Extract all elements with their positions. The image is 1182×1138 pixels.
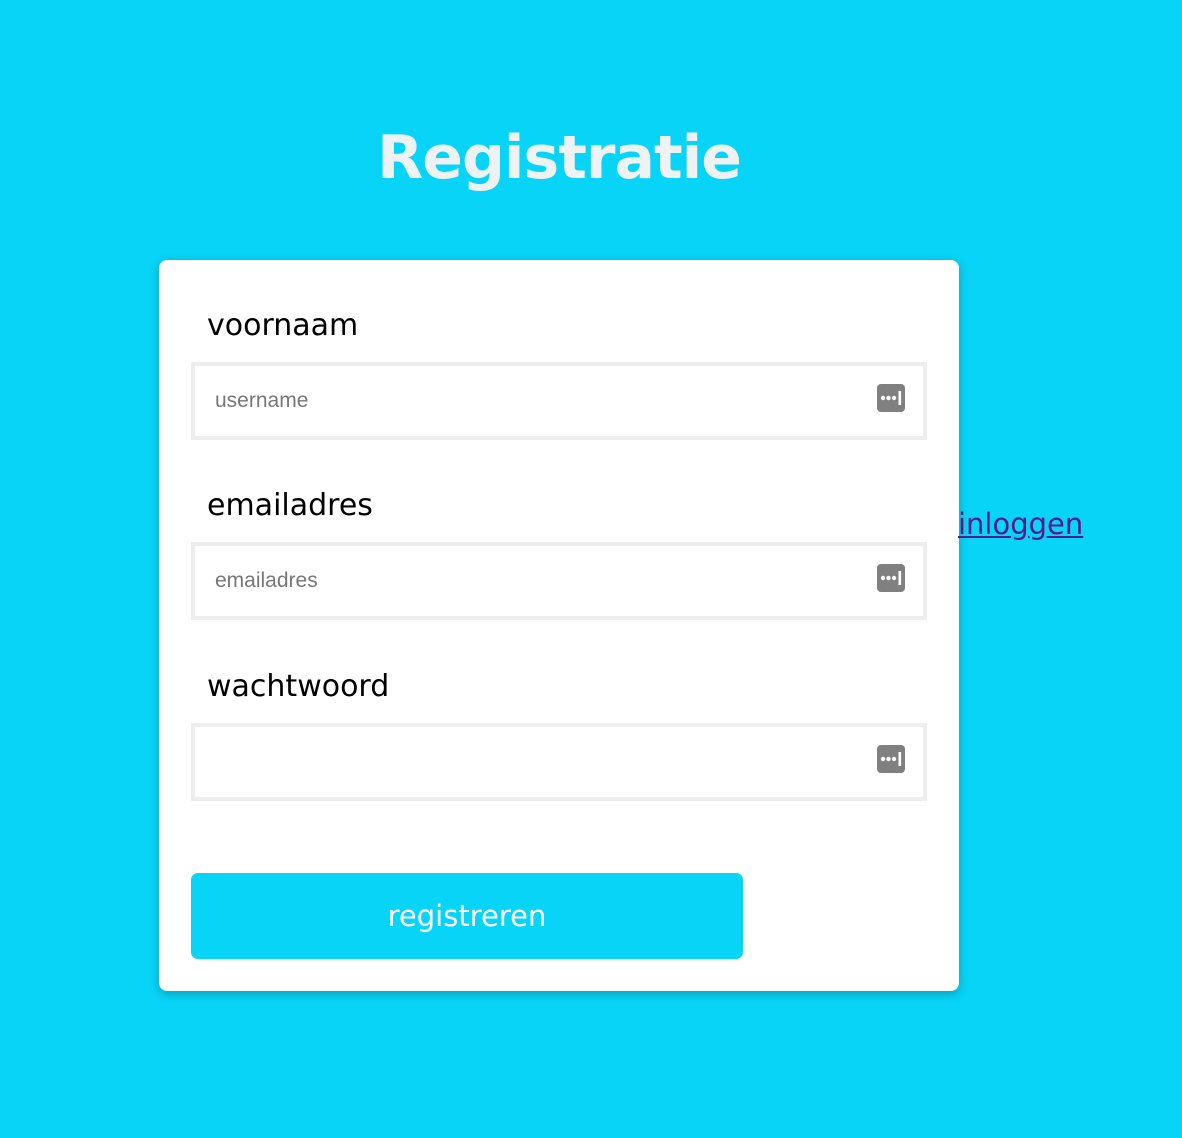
password-manager-icon[interactable] [877,384,905,412]
email-field [191,542,927,620]
email-input[interactable] [195,546,923,616]
password-field [191,723,927,801]
first-name-field [191,362,927,440]
password-manager-icon[interactable] [877,564,905,592]
password-label: wachtwoord [207,669,390,704]
password-input[interactable] [195,727,923,797]
first-name-label: voornaam [207,308,359,343]
registration-form-card: voornaam emailadres wachtwoord [159,260,959,991]
register-button[interactable]: registreren [191,873,743,959]
login-link[interactable]: inloggen [958,503,1083,545]
first-name-input[interactable] [195,366,923,436]
email-label: emailadres [207,488,373,523]
password-manager-icon[interactable] [877,745,905,773]
page-title: Registratie [377,123,742,193]
